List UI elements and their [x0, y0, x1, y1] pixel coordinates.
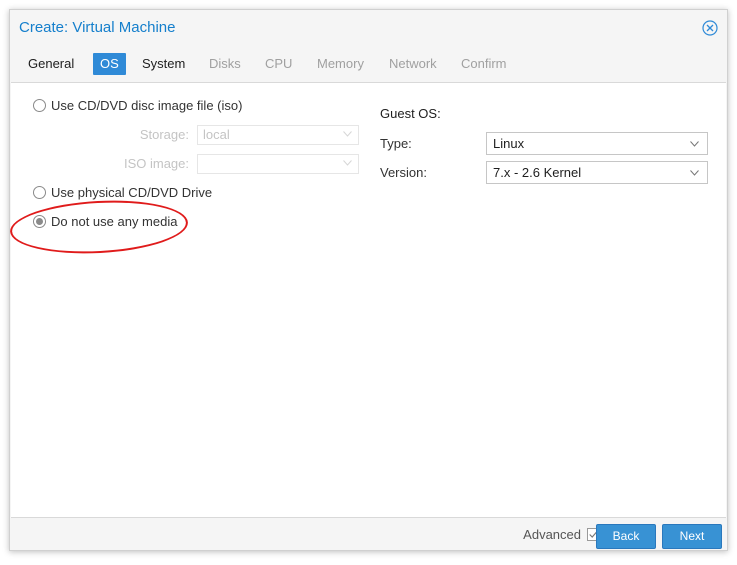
- tab-network: Network: [389, 56, 437, 71]
- storage-select: local: [197, 125, 359, 145]
- guest-os-type-select[interactable]: Linux: [486, 132, 708, 155]
- tab-memory: Memory: [317, 56, 364, 71]
- chevron-down-icon: [343, 131, 352, 137]
- tab-general[interactable]: General: [21, 53, 81, 75]
- tab-system[interactable]: System: [135, 53, 192, 75]
- radio-iso[interactable]: [33, 99, 46, 112]
- os-panel: Use CD/DVD disc image file (iso) Storage…: [11, 82, 726, 518]
- iso-image-label: ISO image:: [123, 156, 189, 171]
- dialog-title: Create: Virtual Machine: [19, 19, 176, 36]
- dialog-titlebar: Create: Virtual Machine: [10, 10, 727, 44]
- chevron-down-icon: [690, 170, 699, 176]
- chevron-down-icon: [343, 160, 352, 166]
- storage-value: local: [203, 127, 230, 142]
- dialog-footer: Advanced Back Next: [10, 514, 727, 550]
- radio-physical[interactable]: [33, 186, 46, 199]
- tab-confirm: Confirm: [461, 56, 507, 71]
- back-button[interactable]: Back: [596, 524, 656, 549]
- guest-os-type-value: Linux: [493, 136, 525, 151]
- guest-os-version-value: 7.x - 2.6 Kernel: [493, 165, 582, 180]
- guest-os-version-label: Version:: [380, 165, 427, 180]
- next-button[interactable]: Next: [662, 524, 722, 549]
- chevron-down-icon: [690, 141, 699, 147]
- guest-os-type-label: Type:: [380, 136, 412, 151]
- guest-os-version-select[interactable]: 7.x - 2.6 Kernel: [486, 161, 708, 184]
- storage-label: Storage:: [139, 127, 189, 142]
- tab-os[interactable]: OS: [93, 53, 126, 75]
- radio-iso-label: Use CD/DVD disc image file (iso): [51, 98, 243, 113]
- tab-cpu: CPU: [265, 56, 293, 71]
- iso-image-select: [197, 154, 359, 174]
- create-vm-dialog: Create: Virtual Machine General OS Syste…: [9, 9, 728, 551]
- tab-disks: Disks: [209, 56, 241, 71]
- guest-os-title: Guest OS:: [380, 106, 441, 121]
- advanced-label: Advanced: [523, 527, 581, 542]
- radio-physical-label: Use physical CD/DVD Drive: [51, 185, 213, 200]
- wizard-tabs: General OS System Disks CPU Memory Netwo…: [10, 50, 727, 84]
- close-icon[interactable]: [702, 20, 718, 36]
